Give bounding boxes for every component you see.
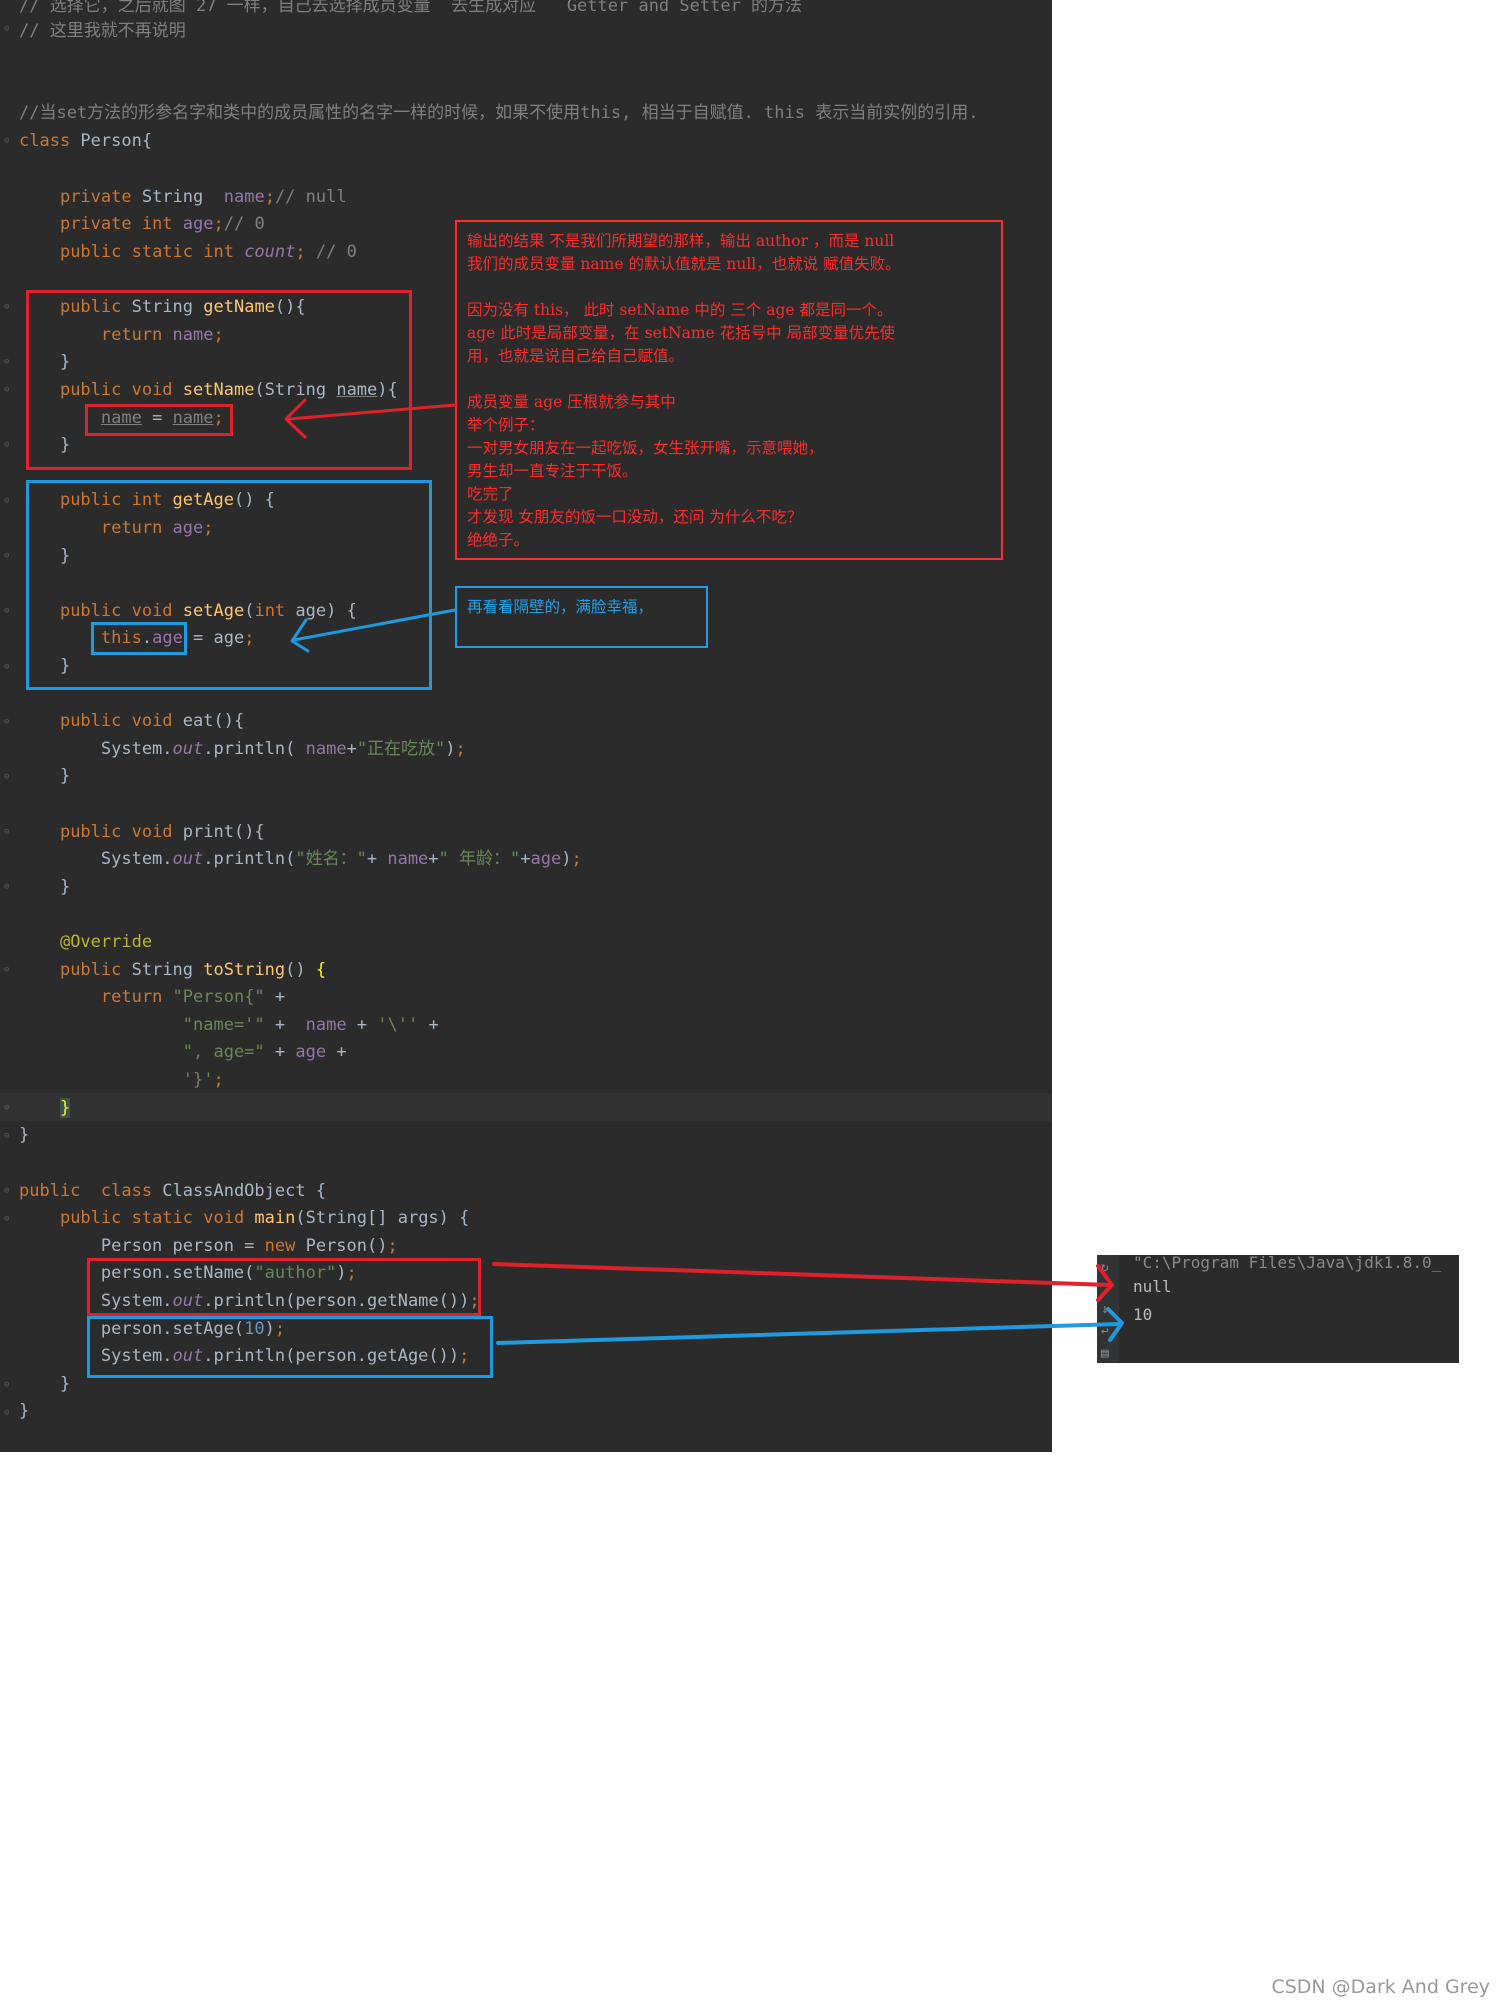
watermark: CSDN @Dark And Grey [1271,1976,1490,1998]
method-line: } [59,1098,71,1118]
fold-icon[interactable]: ⊖ [4,302,12,312]
method-line: public void print(){ [59,822,265,842]
fold-icon[interactable]: ⊖ [4,24,12,34]
field-declaration: public static int count; // 0 [59,242,357,262]
method-line: ", age=" + age + [182,1042,347,1062]
fold-icon[interactable]: ⊖ [4,1103,12,1113]
fold-icon[interactable]: ⊖ [4,882,12,892]
method-line: } [19,877,71,897]
console-command-line: "C:\Program Files\Java\jdk1.8.0_ [1133,1255,1442,1272]
soft-wrap-icon[interactable]: ↩ [1101,1325,1115,1339]
console-gutter: ↻ ↓ ↩ ▤ [1097,1255,1119,1363]
method-line: public String toString() { [59,960,327,980]
setage-highlight-box [26,480,432,690]
comment-line: //当set方法的形参名字和类中的成员属性的名字一样的时候，如果不使用this,… [19,103,979,123]
method-line: @Override [59,932,153,952]
setage-call-highlight-box [87,1316,493,1378]
method-line: } [19,766,71,786]
fold-icon[interactable]: ⊖ [4,965,12,975]
console-output-line: null [1133,1277,1172,1296]
print-icon[interactable]: ▤ [1101,1347,1115,1361]
fold-icon[interactable]: ⊖ [4,385,12,395]
comment-line: // 这里我就不再说明 [19,21,186,41]
method-line: System.out.println( name+"正在吃放"); [19,739,466,759]
fold-icon[interactable]: ⊖ [4,772,12,782]
console-output-line: 10 [1133,1305,1153,1324]
fold-icon[interactable]: ⊖ [4,1408,12,1418]
down-arrow-icon[interactable]: ↓ [1101,1303,1115,1317]
red-explanation-note: 输出的结果 不是我们所期望的那样，输出 author ，而是 null 我们的成… [455,220,1003,560]
field-declaration: private int age;// 0 [59,214,265,234]
fold-icon[interactable]: ⊖ [4,1380,12,1390]
this-age-highlight-box [91,622,187,655]
class-close: } [19,1125,30,1145]
fold-icon[interactable]: ⊖ [4,496,12,506]
setname-highlight-box [26,290,412,470]
self-assign-highlight-box [85,404,233,436]
setname-call-highlight-box [87,1258,481,1316]
field-declaration: private String name;// null [59,187,347,207]
fold-icon[interactable]: ⊖ [4,136,12,146]
fold-icon[interactable]: ⊖ [4,662,12,672]
fold-icon[interactable]: ⊖ [4,440,12,450]
class-declaration: class Person{ [19,131,153,151]
method-line: '}'; [182,1070,224,1090]
fold-icon[interactable]: ⊖ [4,1214,12,1224]
method-line: public void eat(){ [59,711,245,731]
class-declaration: public class ClassAndObject { [19,1181,327,1201]
fold-icon[interactable]: ⊖ [4,1131,12,1141]
method-line: System.out.println("姓名："+ name+" 年龄："+ag… [19,849,582,869]
method-line: return "Person{" + [100,987,286,1007]
method-line: } [19,1374,71,1394]
fold-icon[interactable]: ⊖ [4,357,12,367]
method-line: Person person = new Person(); [19,1236,398,1256]
rerun-icon[interactable]: ↻ [1101,1261,1115,1275]
fold-icon[interactable]: ⊖ [4,827,12,837]
fold-icon[interactable]: ⊖ [4,606,12,616]
blue-explanation-note: 再看看隔壁的，满脸幸福， [455,586,708,648]
editor-gutter: ⊖ ⊖ ⊖ ⊖ ⊖ ⊖ ⊖ ⊖ ⊖ ⊖ ⊖ ⊖ ⊖ ⊖ ⊖ ⊖ ⊖ ⊖ ⊖ ⊖ … [0,0,16,1452]
fold-icon[interactable]: ⊖ [4,551,12,561]
current-line-highlight [0,1093,1052,1121]
comment-line: // 选择它，之后就图 27 一样，自己去选择成员变量 去生成对应 Getter… [19,0,803,16]
method-line: "name='" + name + '\'' + [182,1015,439,1035]
method-line: public static void main(String[] args) { [59,1208,470,1228]
class-close: } [19,1401,30,1421]
code-editor[interactable]: ⊖ ⊖ ⊖ ⊖ ⊖ ⊖ ⊖ ⊖ ⊖ ⊖ ⊖ ⊖ ⊖ ⊖ ⊖ ⊖ ⊖ ⊖ ⊖ ⊖ … [0,0,1052,1452]
fold-icon[interactable]: ⊖ [4,717,12,727]
run-console[interactable]: ↻ ↓ ↩ ▤ "C:\Program Files\Java\jdk1.8.0_… [1097,1255,1459,1363]
fold-icon[interactable]: ⊖ [4,1186,12,1196]
